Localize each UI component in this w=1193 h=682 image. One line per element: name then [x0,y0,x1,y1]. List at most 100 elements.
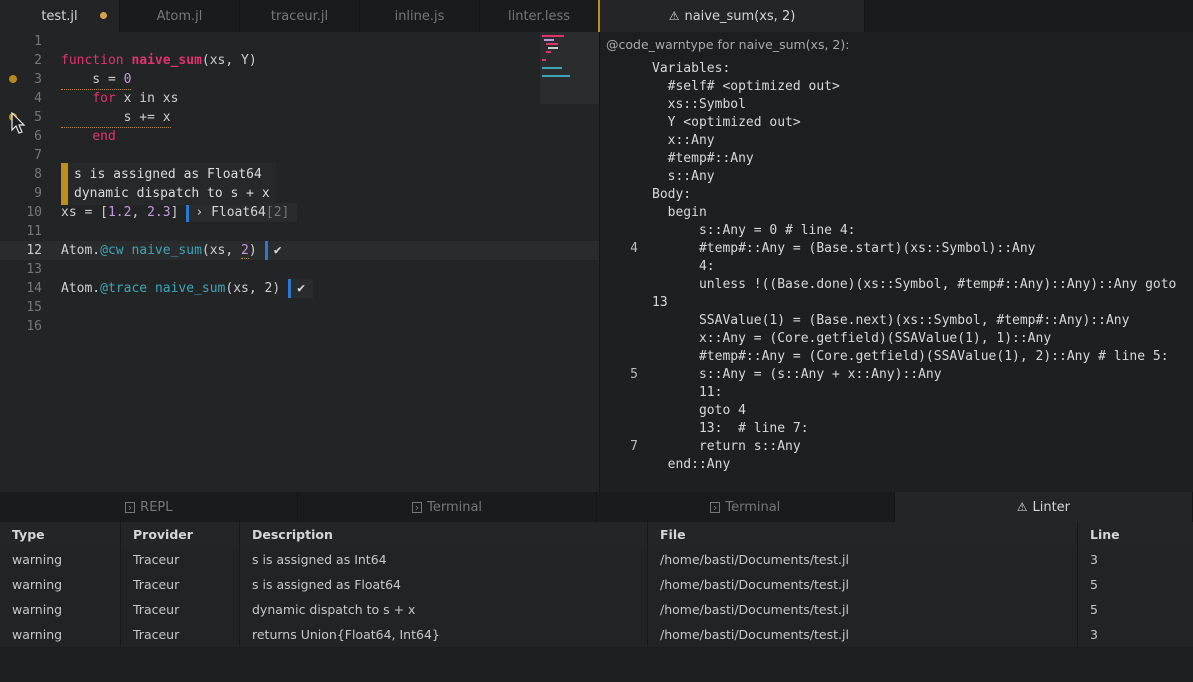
warntype-text: SSAValue(1) = (Base.next)(xs::Symbol, #t… [652,313,1130,328]
column-header-line[interactable]: Line [1078,522,1193,547]
line-number: 12 [26,243,42,258]
warntype-line: 13 [600,294,1193,312]
code-line: 11 [0,222,600,241]
warntype-output[interactable]: Variables: #self# <optimized out> xs::Sy… [600,60,1193,492]
tab-label: traceur.jl [270,8,329,24]
code-text: ) [248,243,257,258]
line-number: 11 [26,224,42,239]
warntype-pane: @code_warntype for naive_sum(xs, 2): Var… [600,32,1193,492]
cell-type: warning [0,572,121,597]
inline-result[interactable]: ✔ [264,241,290,260]
code-line: 3 s = 0 [0,70,600,90]
tab-linter-less[interactable]: linter.less [480,0,600,32]
cell-type: warning [0,622,121,647]
table-row[interactable]: warning Traceur s is assigned as Float64… [0,572,1193,597]
editor-tab-bar: test.jl Atom.jl traceur.jl inline.js lin… [0,0,600,32]
cell-file: /home/basti/Documents/test.jl [648,597,1078,622]
tooltip-line: s is assigned as Float64 [74,167,262,182]
tab-test-jl[interactable]: test.jl [0,0,120,32]
cell-provider: Traceur [121,572,240,597]
warntype-line: Y <optimized out> [600,114,1193,132]
warntype-header: @code_warntype for naive_sum(xs, 2): [606,37,850,52]
warning-icon: ⚠ [1016,500,1028,514]
code-text: (xs, 2) [225,281,281,296]
line-number: 5 [630,367,638,382]
inline-result[interactable]: › Float64[2] [186,203,298,222]
warntype-line: x::Any = (Core.getfield)(SSAValue(1), 1)… [600,330,1193,348]
warntype-text: goto 4 [652,403,746,418]
tab-inline-js[interactable]: inline.js [360,0,480,32]
code-line-current: 12 Atom.@cw naive_sum(xs, 2) ✔ [0,241,600,260]
line-number: 4 [34,91,42,106]
cell-line: 5 [1090,602,1098,617]
result-tab-bar: ⚠ naive_sum(xs, 2) [600,0,1193,32]
terminal-icon: › [709,501,721,513]
code-text: (xs, [201,243,242,258]
code-line: 4 for x in xs [0,89,600,108]
tab-terminal[interactable]: › Terminal [298,492,597,522]
tab-label: Terminal [427,499,483,515]
tab-atom-jl[interactable]: Atom.jl [120,0,240,32]
warntype-text: 13 [652,295,668,310]
number-literal: 0 [123,72,132,87]
warntype-line: 13: # line 7: [600,420,1193,438]
tab-terminal[interactable]: › Terminal [597,492,895,522]
tab-label: Terminal [725,499,781,515]
column-header-provider[interactable]: Provider [121,522,240,547]
table-row[interactable]: warning Traceur s is assigned as Int64 /… [0,547,1193,572]
tab-label: inline.js [394,8,445,24]
number-literal: 2.3 [147,205,171,220]
warntype-line: Body: [600,186,1193,204]
warntype-text: Variables: [652,61,731,76]
cell-file: /home/basti/Documents/test.jl [648,622,1078,647]
cell-provider: Traceur [121,597,240,622]
tab-label: linter.less [508,8,570,24]
table-row[interactable]: warning Traceur returns Union{Float64, I… [0,622,1193,647]
number-literal: 1.2 [107,205,132,220]
warntype-line: unless !((Base.done)(xs::Symbol, #temp#:… [600,276,1193,294]
cell-description: s is assigned as Float64 [240,572,648,597]
inline-result[interactable]: ✔ [288,279,314,298]
code-line: 13 [0,260,600,279]
tooltip-line: dynamic dispatch to s + x [74,186,270,201]
warntype-line: end::Any [600,456,1193,474]
warntype-text: return s::Any [652,439,801,454]
code-line: 2 function naive_sum(xs, Y) [0,51,600,70]
warntype-line: SSAValue(1) = (Base.next)(xs::Symbol, #t… [600,312,1193,330]
tab-label: Atom.jl [156,8,203,24]
warntype-text: Body: [652,187,692,202]
warntype-text: s::Any = 0 # line 4: [652,223,856,238]
tab-linter[interactable]: ⚠ Linter [894,492,1193,522]
warntype-text: #temp#::Any = (Base.start)(xs::Symbol)::… [652,241,1036,256]
warntype-text: s::Any = (s::Any + x::Any)::Any [652,367,942,382]
tab-label: REPL [140,499,173,515]
warntype-text: 11: [652,385,723,400]
column-header-file[interactable]: File [648,522,1078,547]
chevron-right-icon: › [195,205,204,220]
cell-line: 3 [1090,627,1098,642]
code-editor[interactable]: 1 2 function naive_sum(xs, Y) 3 s = 0 4 f… [0,32,600,492]
code-line: 5 s += x [0,108,600,128]
warntype-text: #temp#::Any [652,151,754,166]
line-number: 9 [34,186,42,201]
table-row[interactable]: warning Traceur dynamic dispatch to s + … [0,597,1193,622]
lint-tooltip: s is assigned as Float64 dynamic dispatc… [61,163,276,205]
warntype-text: #self# <optimized out> [652,79,840,94]
mouse-cursor-icon [11,112,26,134]
warntype-text: x::Any = (Core.getfield)(SSAValue(1), 1)… [652,331,1052,346]
cell-line: 5 [1090,577,1098,592]
warntype-text: xs::Symbol [652,97,746,112]
tab-traceur-jl[interactable]: traceur.jl [240,0,360,32]
warntype-text: #temp#::Any = (Core.getfield)(SSAValue(1… [652,349,1169,364]
column-header-type[interactable]: Type [0,522,121,547]
code-line: 14 Atom.@trace naive_sum(xs, 2) ✔ [0,279,600,298]
tab-naive-sum-result[interactable]: ⚠ naive_sum(xs, 2) [600,0,865,32]
column-header-description[interactable]: Description [240,522,648,547]
warntype-line: goto 4 [600,402,1193,420]
code-line: 10 xs = [1.2, 2.3] › Float64[2] [0,203,600,222]
warntype-line: 5 s::Any = (s::Any + x::Any)::Any [600,366,1193,384]
warntype-line: 11: [600,384,1193,402]
tab-repl[interactable]: › REPL [0,492,299,522]
code-line: 16 [0,317,600,336]
cell-description: dynamic dispatch to s + x [240,597,648,622]
